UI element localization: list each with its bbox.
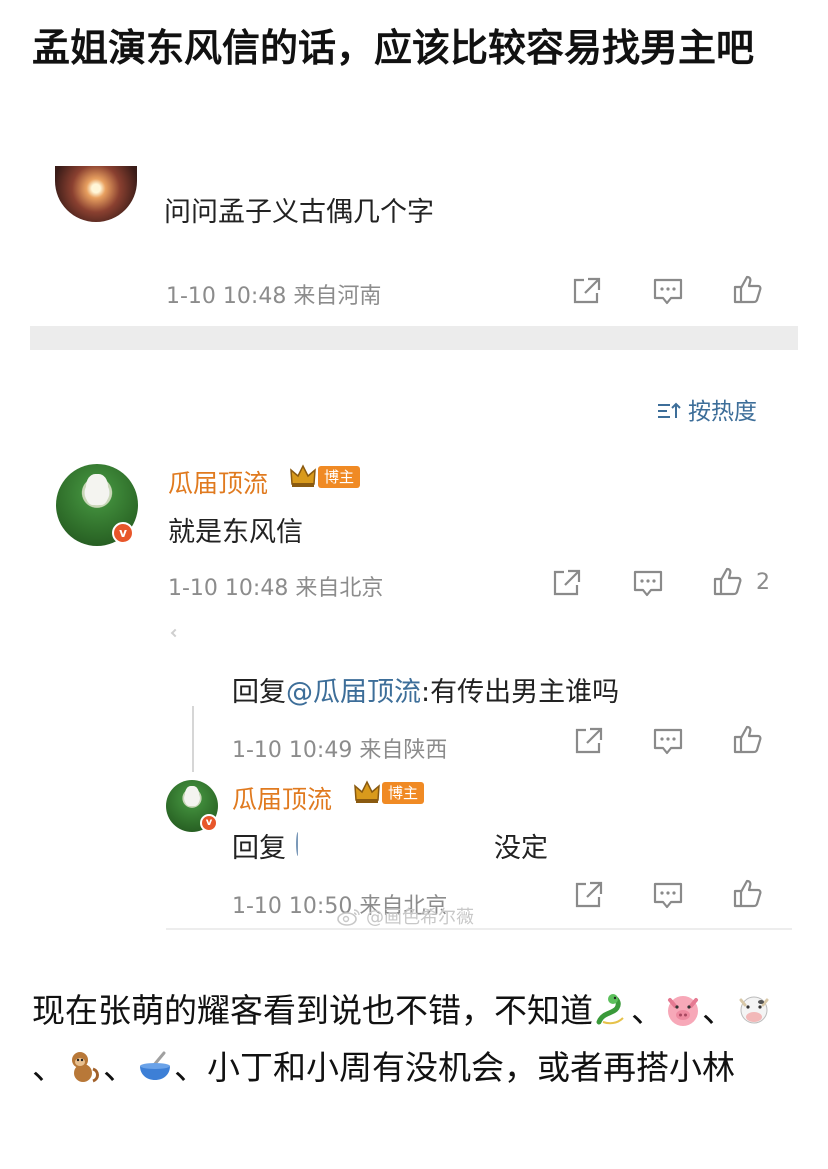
comment-meta: 1-10 10:48 来自河南 xyxy=(166,284,382,309)
verified-badge-icon: v xyxy=(112,522,134,544)
thread-line xyxy=(192,706,194,772)
caption-sep: 、 xyxy=(32,1048,65,1087)
divider xyxy=(166,928,792,930)
blogger-badge: 博主 xyxy=(318,466,361,488)
crown-icon xyxy=(354,780,380,804)
crown-icon xyxy=(290,464,316,488)
share-icon[interactable] xyxy=(570,276,602,306)
cow-emoji-icon xyxy=(735,988,773,1024)
reply-body: 没定 xyxy=(494,833,548,864)
share-icon[interactable] xyxy=(550,568,582,598)
comment-text: 问问孟子义古偶几个字 xyxy=(164,197,434,228)
comment-icon[interactable] xyxy=(632,568,664,598)
comment-icon[interactable] xyxy=(652,276,684,306)
caption-text: 现在张萌的耀客看到说也不错，不知道、、、、、小丁和小周有没机会，或者再搭小林 xyxy=(32,982,802,1096)
sort-icon xyxy=(656,401,682,421)
like-count: 2 xyxy=(756,570,770,595)
comment-card: 问问孟子义古偶几个字 1-10 10:48 来自河南 xyxy=(30,166,798,326)
collapse-marker xyxy=(170,628,180,638)
blogger-badge: 博主 xyxy=(382,782,425,804)
section-divider xyxy=(30,326,798,350)
commenter-name[interactable]: 瓜届顶流 xyxy=(168,464,268,500)
bowl-emoji-icon xyxy=(136,1045,174,1081)
reply-prefix: 回复 xyxy=(232,833,286,864)
redacted-mention xyxy=(296,832,300,856)
reply-prefix: 回复 xyxy=(232,677,286,708)
monkey-emoji-icon xyxy=(65,1045,103,1083)
like-icon[interactable] xyxy=(712,566,744,596)
post-headline: 孟姐演东风信的话，应该比较容易找男主吧 xyxy=(32,26,755,70)
like-icon[interactable] xyxy=(732,274,764,304)
weibo-logo-icon xyxy=(336,908,362,926)
reply-body: :有传出男主谁吗 xyxy=(421,677,620,708)
commenter-name[interactable]: 瓜届顶流 xyxy=(232,780,332,816)
verified-badge-icon: v xyxy=(200,814,218,832)
caption-sep: 、 xyxy=(702,991,735,1030)
sort-label: 按热度 xyxy=(688,399,757,425)
reply-text: 回复@瓜届顶流:有传出男主谁吗 xyxy=(232,670,619,709)
comment-icon[interactable] xyxy=(652,726,684,756)
like-icon[interactable] xyxy=(732,878,764,908)
reply-meta: 1-10 10:49 来自陕西 xyxy=(232,738,448,763)
sort-by-hot-button[interactable]: 按热度 xyxy=(656,392,757,426)
comment-icon[interactable] xyxy=(652,880,684,910)
dragon-emoji-icon xyxy=(593,988,631,1025)
like-icon[interactable] xyxy=(732,724,764,754)
comment-text: 就是东风信 xyxy=(168,517,303,548)
user-avatar[interactable] xyxy=(55,166,137,222)
watermark: @画色希尔薇 xyxy=(336,903,474,929)
mention-link[interactable]: @瓜届顶流 xyxy=(286,677,421,708)
caption-sep: 、 xyxy=(103,1048,136,1087)
comment-meta: 1-10 10:48 来自北京 xyxy=(168,576,384,601)
caption-sep: 、 xyxy=(631,991,664,1030)
caption-part1: 现在张萌的耀客看到说也不错，不知道 xyxy=(32,991,593,1030)
share-icon[interactable] xyxy=(572,880,604,910)
caption-part2: 、小丁和小周有没机会，或者再搭小林 xyxy=(174,1048,735,1087)
share-icon[interactable] xyxy=(572,726,604,756)
pig-emoji-icon xyxy=(664,988,702,1026)
watermark-text: @画色希尔薇 xyxy=(366,907,474,928)
